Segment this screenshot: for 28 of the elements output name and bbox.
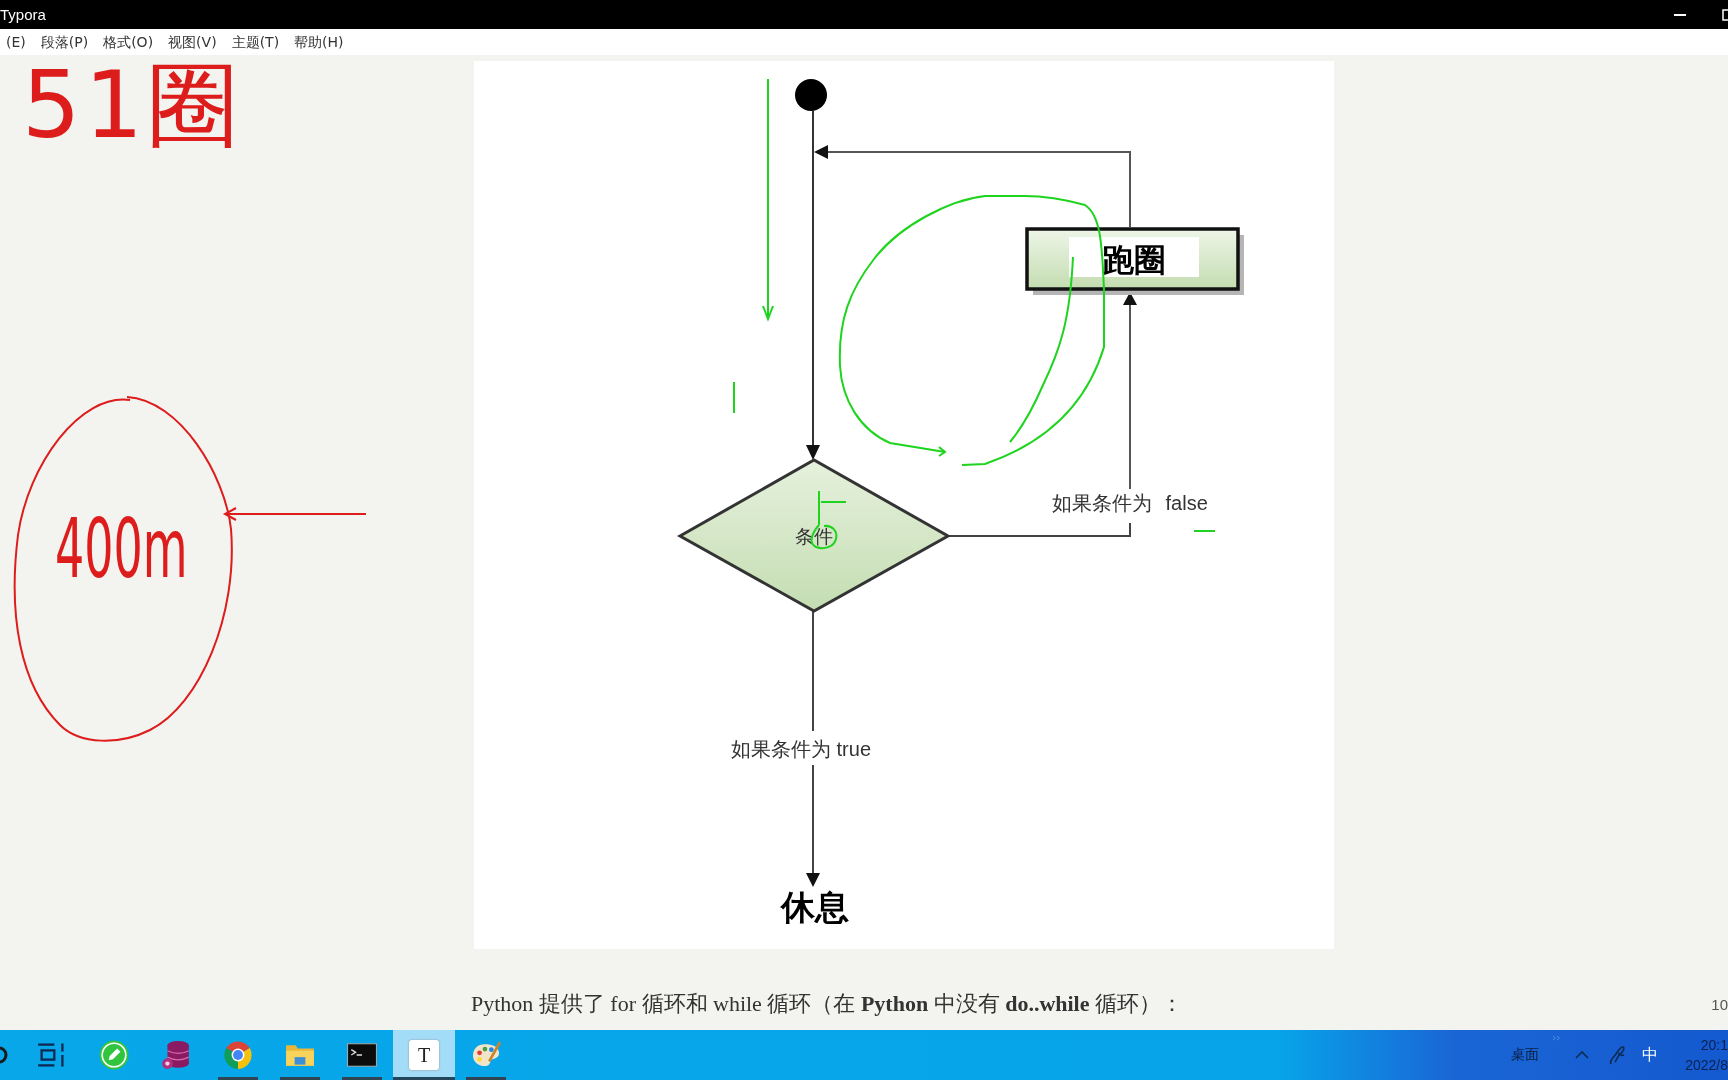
menu-item[interactable]: (E) <box>6 33 26 51</box>
start-dot <box>795 79 827 111</box>
end-label: 休息 <box>781 887 849 927</box>
pencil-icon <box>99 1040 129 1070</box>
taskbar-button[interactable]: T <box>393 1030 455 1080</box>
menu-item[interactable]: 段落(P) <box>40 33 89 51</box>
ink-stroke <box>733 381 735 414</box>
window-title: Typora <box>0 6 46 23</box>
branch-label: 如果条件为 false <box>1052 492 1208 514</box>
page-number: 10 <box>1711 995 1728 1013</box>
menu-item[interactable]: 主题(T) <box>231 33 280 51</box>
menu-item[interactable]: 帮助(H) <box>294 33 344 51</box>
handwritten-note: 400m <box>55 507 188 590</box>
caret-up-icon[interactable] <box>1575 1051 1589 1059</box>
handwritten-note: 51圈 <box>22 60 244 152</box>
database-icon <box>161 1040 191 1070</box>
task-view-icon <box>37 1040 67 1070</box>
maximize-icon[interactable] <box>1722 8 1728 21</box>
browser-icon <box>223 1040 253 1070</box>
branch-label: 如果条件为 true <box>731 738 872 760</box>
input-method-indicator[interactable]: 中 <box>1642 1044 1658 1066</box>
minimize-icon[interactable] <box>1674 13 1686 16</box>
pen-icon[interactable] <box>1608 1045 1626 1065</box>
terminal-icon <box>347 1040 377 1070</box>
menu-item[interactable]: 视图(V) <box>168 33 217 51</box>
paragraph: Python 提供了 for 循环和 while 循环（在 Python 中没有 do..while 循环）： <box>471 990 1183 1018</box>
menu-item[interactable]: 格式(O) <box>103 33 154 51</box>
ink-stroke <box>1193 530 1216 532</box>
